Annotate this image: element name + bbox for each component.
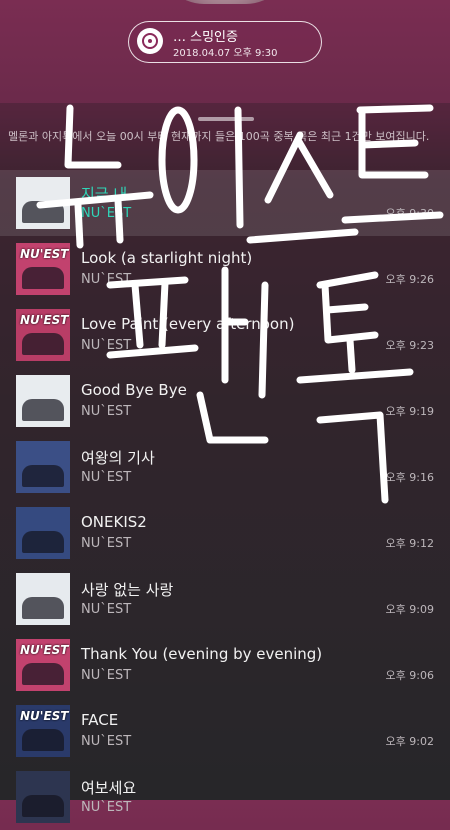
track-artist: NU`EST [81,800,132,815]
badge-date: 2018.04.07 오후 9:30 [173,48,278,59]
played-time: 오후 9:23 [385,339,434,352]
notice-text: 멜론과 아지톡에서 오늘 00시 부터 현재까지 들은 100곡 중복 곡은 최… [8,130,430,143]
track-row[interactable]: 지금 내 NU`EST 오후 9:30 [0,170,450,236]
played-time: 오후 9:02 [385,735,434,748]
track-artist: NU`EST [81,206,132,221]
played-time: 오후 9:12 [385,537,434,550]
track-title: Good Bye Bye [81,381,187,399]
album-art-top [160,0,290,4]
played-time: 오후 9:19 [385,405,434,418]
album-cover: NU'EST [16,243,70,295]
album-cover [16,177,70,229]
track-artist: NU`EST [81,338,132,353]
streaming-proof-badge[interactable]: … 스밍인증 2018.04.07 오후 9:30 [128,21,322,63]
album-cover: NU'EST [16,639,70,691]
track-row[interactable]: 여보세요 NU`EST [0,764,450,830]
track-artist: NU`EST [81,470,132,485]
track-artist: NU`EST [81,668,132,683]
track-artist: NU`EST [81,734,132,749]
badge-title: … 스밍인증 [173,30,238,45]
played-time: 오후 9:09 [385,603,434,616]
played-time: 오후 9:30 [385,207,434,220]
played-time: 오후 9:26 [385,273,434,286]
played-time: 오후 9:16 [385,471,434,484]
track-row[interactable]: 사랑 없는 사랑 NU`EST 오후 9:09 [0,566,450,632]
track-title: ONEKIS2 [81,513,147,531]
album-cover: NU'EST [16,705,70,757]
album-cover [16,771,70,823]
album-cover [16,507,70,559]
track-artist: NU`EST [81,602,132,617]
track-title: 여보세요 [81,779,137,797]
track-artist: NU`EST [81,536,132,551]
track-row[interactable]: 여왕의 기사 NU`EST 오후 9:16 [0,434,450,500]
track-title: FACE [81,711,119,729]
track-row[interactable]: NU'EST FACE NU`EST 오후 9:02 [0,698,450,764]
track-title: 여왕의 기사 [81,449,155,467]
track-title: Thank You (evening by evening) [81,645,323,663]
track-row[interactable]: ONEKIS2 NU`EST 오후 9:12 [0,500,450,566]
album-cover [16,573,70,625]
disc-icon [137,28,163,54]
track-title: Love Paint (every afternoon) [81,315,295,333]
album-cover [16,441,70,493]
track-row[interactable]: NU'EST Look (a starlight night) NU`EST 오후 9… [0,236,450,302]
played-time: 오후 9:06 [385,669,434,682]
track-row[interactable]: NU'EST Thank You (evening by evening) NU`E… [0,632,450,698]
track-title: 지금 내 [81,185,128,203]
track-artist: NU`EST [81,404,132,419]
track-title: Look (a starlight night) [81,249,253,267]
album-cover: NU'EST [16,309,70,361]
drag-handle[interactable] [198,117,254,121]
track-artist: NU`EST [81,272,132,287]
album-cover [16,375,70,427]
track-row[interactable]: Good Bye Bye NU`EST 오후 9:19 [0,368,450,434]
track-title: 사랑 없는 사랑 [81,581,174,599]
track-row[interactable]: NU'EST Love Paint (every afternoon) NU`EST… [0,302,450,368]
